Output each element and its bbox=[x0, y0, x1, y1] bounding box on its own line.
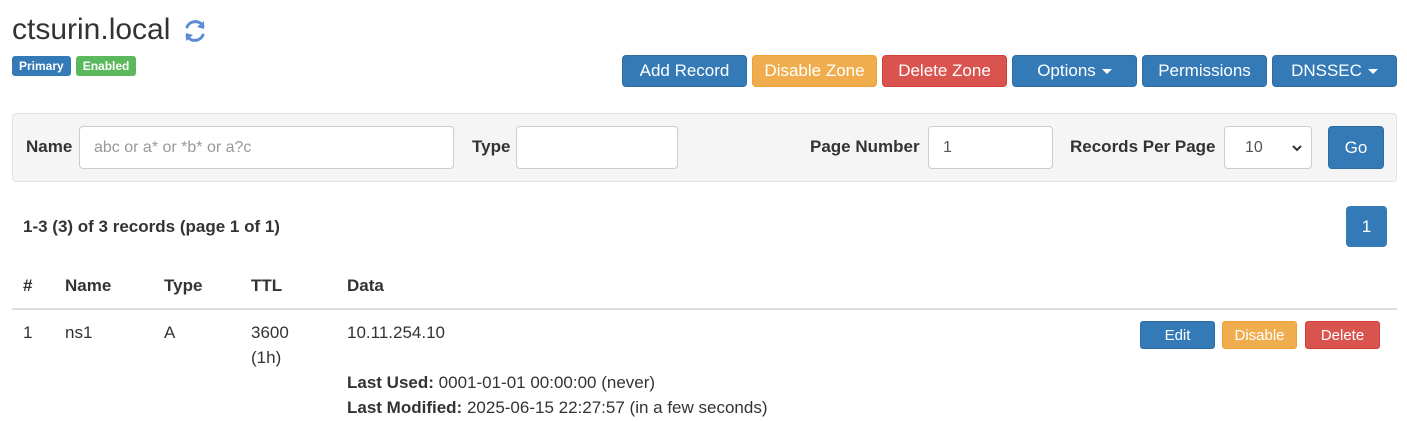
col-header-name: Name bbox=[65, 276, 112, 295]
row-type: A bbox=[164, 323, 176, 342]
disable-record-button[interactable]: Disable bbox=[1222, 321, 1297, 349]
last-modified-label: Last Modified: bbox=[347, 398, 463, 417]
filter-panel: Name Type Page Number Records Per Page 1… bbox=[12, 113, 1397, 182]
records-summary: 1-3 (3) of 3 records (page 1 of 1) bbox=[23, 217, 280, 236]
options-label: Options bbox=[1037, 61, 1096, 80]
col-header-type: Type bbox=[164, 276, 203, 295]
delete-record-button[interactable]: Delete bbox=[1305, 321, 1380, 349]
caret-down-icon bbox=[1101, 68, 1112, 74]
chevron-down-icon bbox=[1292, 145, 1302, 152]
row-name: ns1 bbox=[65, 323, 93, 342]
records-per-page-select[interactable]: 10 bbox=[1224, 126, 1312, 169]
zone-name: ctsurin.local bbox=[12, 13, 171, 46]
options-dropdown-button[interactable]: Options bbox=[1012, 55, 1137, 87]
refresh-icon[interactable] bbox=[182, 17, 208, 43]
permissions-button[interactable]: Permissions bbox=[1142, 55, 1267, 87]
row-num: 1 bbox=[23, 323, 33, 342]
go-button[interactable]: Go bbox=[1328, 126, 1384, 169]
row-data: 10.11.254.10 bbox=[347, 323, 445, 342]
records-per-page-label: Records Per Page bbox=[1070, 137, 1216, 156]
col-header-ttl: TTL bbox=[251, 276, 283, 295]
page-number-label: Page Number bbox=[810, 137, 920, 156]
records-per-page-value: 10 bbox=[1245, 138, 1263, 156]
zone-status-badge: Enabled bbox=[75, 56, 137, 76]
last-used-value: 0001-01-01 00:00:00 (never) bbox=[438, 373, 656, 392]
zone-type-badge: Primary bbox=[12, 56, 71, 76]
disable-zone-button[interactable]: Disable Zone bbox=[752, 55, 877, 87]
name-filter-label: Name bbox=[26, 137, 73, 156]
dnssec-label: DNSSEC bbox=[1291, 61, 1362, 80]
type-filter-input[interactable] bbox=[516, 126, 678, 169]
name-filter-input[interactable] bbox=[79, 126, 454, 169]
zone-badges: Primary Enabled bbox=[12, 56, 137, 76]
dnssec-dropdown-button[interactable]: DNSSEC bbox=[1272, 55, 1397, 87]
last-modified-value: 2025-06-15 22:27:57 (in a few seconds) bbox=[466, 398, 768, 417]
pagination-page-1[interactable]: 1 bbox=[1346, 206, 1387, 247]
row-ttl-human: (1h) bbox=[251, 348, 282, 367]
row-last-modified: Last Modified: 2025-06-15 22:27:57 (in a… bbox=[347, 396, 767, 420]
row-ttl: 3600 bbox=[251, 323, 289, 342]
row-last-used: Last Used: 0001-01-01 00:00:00 (never) bbox=[347, 371, 655, 395]
zone-toolbar: Add Record Disable Zone Delete Zone Opti… bbox=[622, 55, 1397, 87]
edit-record-button[interactable]: Edit bbox=[1140, 321, 1215, 349]
caret-down-icon bbox=[1367, 68, 1378, 74]
col-header-num: # bbox=[23, 276, 33, 295]
zone-title: ctsurin.local bbox=[12, 12, 208, 48]
page-number-input[interactable] bbox=[928, 126, 1053, 169]
last-used-label: Last Used: bbox=[347, 373, 434, 392]
delete-zone-button[interactable]: Delete Zone bbox=[882, 55, 1007, 87]
add-record-button[interactable]: Add Record bbox=[622, 55, 747, 87]
col-header-data: Data bbox=[347, 276, 384, 295]
table-header-divider bbox=[12, 308, 1397, 310]
type-filter-label: Type bbox=[472, 137, 511, 156]
